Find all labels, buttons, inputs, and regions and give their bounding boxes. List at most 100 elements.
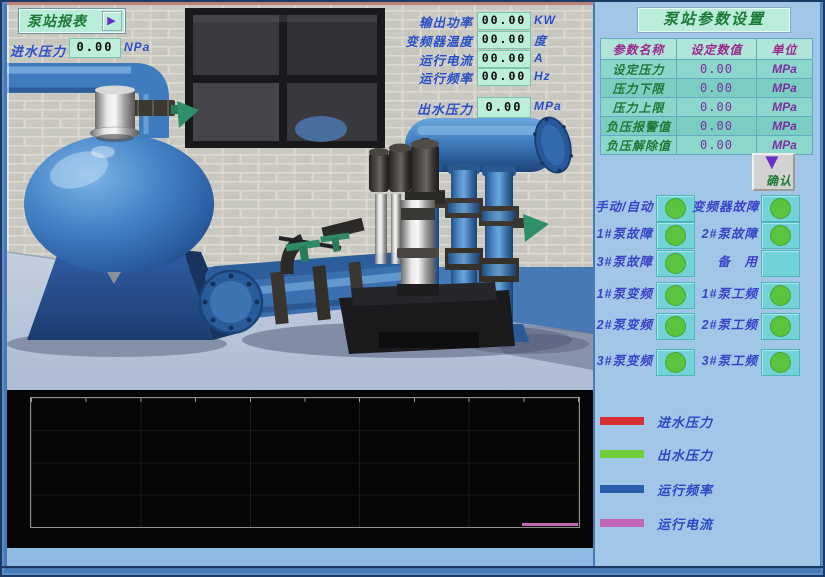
- lamp-dot: [770, 285, 791, 306]
- param-name: 负压解除值: [601, 136, 677, 155]
- legend-label-running-current: 运行电流: [657, 514, 713, 533]
- legend-label-running-frequency: 运行频率: [657, 480, 713, 499]
- lamp-pump2-mains: [761, 313, 800, 340]
- legend-swatch-running-current: [600, 519, 644, 527]
- label-pump3-fault: 3#泵故障: [595, 250, 653, 275]
- vfd-temperature-label: 变频器温度: [337, 31, 473, 50]
- inlet-pressure-label: 进水压力: [9, 41, 66, 60]
- output-power-label: 输出功率: [337, 12, 473, 31]
- trend-chart: [7, 390, 593, 548]
- tank-vent-cylinder: [90, 86, 140, 143]
- lamp-pump3-fault: [656, 250, 695, 277]
- pump-room-3d-view: 泵站报表 ▶ 进水压力 0.00 NPa 输出功率 00.00 KW 变频器温度…: [7, 2, 593, 390]
- parameter-panel: 泵站参数设置 参数名称 设定数值 单位 设定压力 0.00 MPa 压力下限 0…: [595, 2, 820, 566]
- param-setpoint-field[interactable]: 0.00: [677, 136, 757, 155]
- panel-title: 泵站参数设置: [637, 7, 791, 33]
- param-setpoint-field[interactable]: 0.00: [677, 117, 757, 136]
- param-unit: MPa: [757, 98, 813, 117]
- param-unit: MPa: [757, 60, 813, 79]
- lamp-dot: [770, 316, 791, 337]
- running-frequency-value: 00.00: [477, 68, 531, 86]
- param-name: 压力上限: [601, 98, 677, 117]
- running-current-trace: [522, 523, 578, 526]
- output-power-unit: KW: [534, 13, 556, 27]
- param-name: 压力下限: [601, 79, 677, 98]
- table-row: 负压报警值 0.00 MPa: [601, 117, 813, 136]
- table-row: 压力下限 0.00 MPa: [601, 79, 813, 98]
- vfd-temperature-value: 00.00: [477, 31, 531, 49]
- lamp-dot: [665, 198, 686, 219]
- header-param-name: 参数名称: [601, 39, 677, 60]
- label-pump1-vfd: 1#泵变频: [595, 282, 653, 307]
- header-setpoint: 设定数值: [677, 39, 757, 60]
- lamp-manual-auto: [656, 195, 695, 222]
- table-row: 压力上限 0.00 MPa: [601, 98, 813, 117]
- param-setpoint-field[interactable]: 0.00: [677, 60, 757, 79]
- outlet-pressure-label: 出水压力: [337, 99, 473, 118]
- label-pump2-vfd: 2#泵变频: [595, 313, 653, 338]
- report-button-label: 泵站报表: [27, 11, 87, 31]
- param-name: 设定压力: [601, 60, 677, 79]
- running-frequency-label: 运行频率: [337, 68, 473, 87]
- running-current-label: 运行电流: [337, 50, 473, 69]
- lamp-dot: [770, 352, 791, 373]
- lamp-dot: [770, 225, 791, 246]
- lamp-spare: [761, 250, 800, 277]
- trend-chart-ticks: [31, 398, 579, 402]
- lamp-dot: [665, 352, 686, 373]
- lamp-dot: [770, 198, 791, 219]
- bottom-border: [0, 566, 825, 568]
- header-unit: 单位: [757, 39, 813, 60]
- running-current-unit: A: [534, 51, 544, 65]
- ceiling-line: [7, 2, 593, 5]
- label-spare: 备 用: [692, 250, 758, 275]
- output-power-value: 00.00: [477, 12, 531, 30]
- label-pump3-vfd: 3#泵变频: [595, 349, 653, 374]
- table-row: 设定压力 0.00 MPa: [601, 60, 813, 79]
- lamp-pump3-mains: [761, 349, 800, 376]
- legend-swatch-running-frequency: [600, 485, 644, 493]
- lamp-pump1-mains: [761, 282, 800, 309]
- lamp-pump1-vfd: [656, 282, 695, 309]
- inlet-pressure-value: 0.00: [69, 38, 121, 58]
- legend-swatch-outlet-pressure: [600, 450, 644, 458]
- running-frequency-unit: Hz: [534, 69, 551, 83]
- outlet-pressure-unit: MPa: [534, 99, 562, 113]
- lamp-dot: [665, 285, 686, 306]
- label-pump2-mains: 2#泵工频: [692, 313, 758, 338]
- lamp-vfd-fault: [761, 195, 800, 222]
- param-unit: MPa: [757, 117, 813, 136]
- play-icon[interactable]: ▶: [102, 11, 122, 31]
- param-setpoint-field[interactable]: 0.00: [677, 79, 757, 98]
- param-unit: MPa: [757, 79, 813, 98]
- param-setpoint-field[interactable]: 0.00: [677, 98, 757, 117]
- legend-label-outlet-pressure: 出水压力: [657, 445, 713, 464]
- label-manual-auto: 手动/自动: [595, 195, 653, 220]
- parameter-table: 参数名称 设定数值 单位 设定压力 0.00 MPa 压力下限 0.00 MPa…: [600, 38, 813, 155]
- running-current-value: 00.00: [477, 50, 531, 68]
- inlet-pressure-unit: NPa: [124, 40, 150, 54]
- label-pump1-fault: 1#泵故障: [595, 222, 653, 247]
- parameter-table-header: 参数名称 设定数值 单位: [601, 39, 813, 60]
- down-triangle-icon: ▼: [761, 151, 783, 173]
- lamp-dot: [665, 316, 686, 337]
- label-pump2-fault: 2#泵故障: [692, 222, 758, 247]
- label-vfd-fault: 变频器故障: [692, 195, 758, 220]
- param-name: 负压报警值: [601, 117, 677, 136]
- legend-swatch-inlet-pressure: [600, 417, 644, 425]
- pump-station-hmi: { "report_button": { "label": "泵站报表", "i…: [0, 0, 825, 577]
- lamp-pump1-fault: [656, 222, 695, 249]
- lamp-pump2-vfd: [656, 313, 695, 340]
- confirm-button[interactable]: ▼ 确认: [752, 153, 795, 191]
- confirm-button-label: 确认: [766, 172, 792, 189]
- lamp-pump3-vfd: [656, 349, 695, 376]
- label-pump1-mains: 1#泵工频: [692, 282, 758, 307]
- bottom-strip: [7, 548, 593, 566]
- report-button[interactable]: 泵站报表 ▶: [18, 8, 126, 34]
- label-pump3-mains: 3#泵工频: [692, 349, 758, 374]
- lamp-pump2-fault: [761, 222, 800, 249]
- lamp-dot: [665, 253, 686, 274]
- lamp-dot: [665, 225, 686, 246]
- vfd-temperature-unit: 度: [534, 32, 547, 49]
- trend-chart-grid: [30, 397, 580, 528]
